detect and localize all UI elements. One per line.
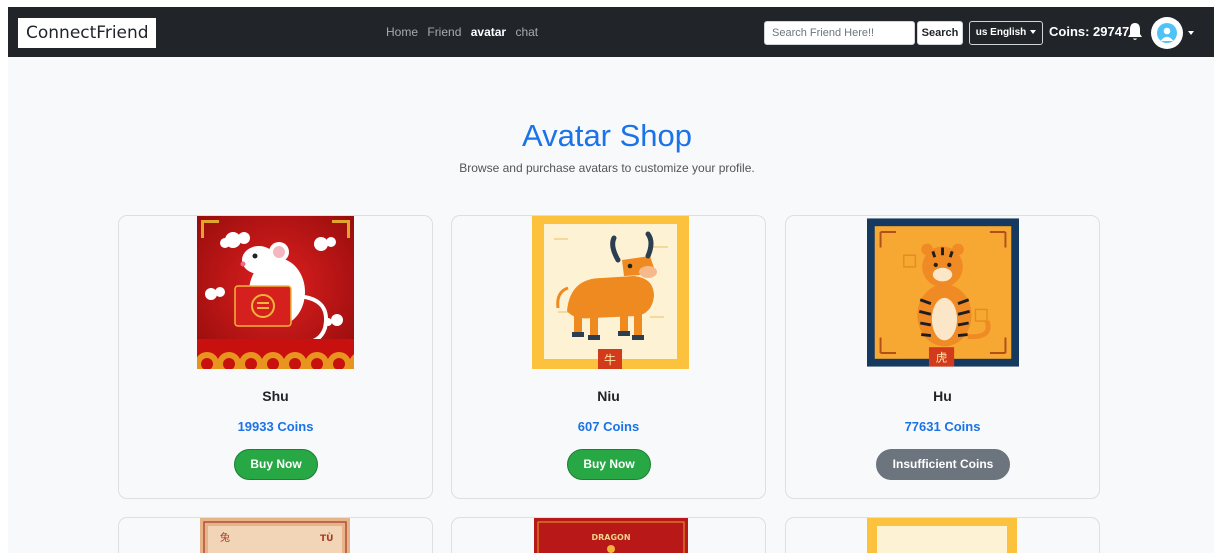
- brand-logo[interactable]: ConnectFriend: [18, 18, 156, 48]
- nav-link-home[interactable]: Home: [386, 25, 418, 39]
- avatar-name: Shu: [262, 388, 289, 404]
- partial-label: DRAGON: [591, 533, 630, 542]
- page-subtitle: Browse and purchase avatars to customize…: [459, 161, 755, 175]
- insufficient-coins-button: Insufficient Coins: [876, 449, 1010, 480]
- page-title: Avatar Shop: [521, 118, 693, 153]
- avatar-card-hu: 虎 Hu 77631 Coins Insufficient Coins: [785, 215, 1100, 499]
- navbar-top-strip: [0, 0, 1214, 7]
- avatar-card-shu: Shu 19933 Coins Buy Now: [118, 215, 433, 499]
- nav-links: Home Friend avatar chat: [386, 25, 544, 39]
- nav-link-chat[interactable]: chat: [515, 25, 538, 39]
- avatar-card-niu: 牛 Niu 607 Coins Buy Now: [451, 215, 766, 499]
- svg-text:虎: 虎: [936, 351, 948, 365]
- partial-label: 兔: [220, 531, 230, 544]
- user-menu-chevron-icon[interactable]: [1188, 31, 1194, 35]
- nav-link-friend[interactable]: Friend: [427, 25, 461, 39]
- avatar-price: 607 Coins: [577, 419, 640, 434]
- rabbit-avatar-image: 兔 TÙ: [200, 518, 350, 553]
- language-label: us English: [975, 27, 1027, 38]
- language-dropdown[interactable]: us English: [969, 21, 1043, 45]
- avatar-price: 77631 Coins: [904, 419, 981, 434]
- avatar-card-partial: DRAGON: [451, 517, 766, 553]
- avatar-card-partial: [785, 517, 1100, 553]
- buy-now-button[interactable]: Buy Now: [234, 449, 318, 480]
- rat-avatar-image: [197, 216, 354, 369]
- bell-icon[interactable]: [1127, 22, 1143, 42]
- tiger-avatar-image: 虎: [867, 218, 1019, 367]
- svg-text:牛: 牛: [604, 352, 616, 367]
- avatar-image: [867, 518, 1017, 553]
- chevron-down-icon: [1030, 30, 1037, 35]
- coins-balance: Coins: 29747: [1049, 24, 1130, 39]
- user-avatar: [1157, 23, 1177, 43]
- dragon-avatar-image: DRAGON: [534, 518, 688, 553]
- search-input[interactable]: [764, 21, 915, 45]
- avatar-card-partial: 兔 TÙ: [118, 517, 433, 553]
- avatar-name: Niu: [597, 388, 620, 404]
- buy-now-button[interactable]: Buy Now: [567, 449, 651, 480]
- search-button[interactable]: Search: [917, 21, 963, 45]
- user-icon: [1160, 27, 1174, 41]
- partial-label: TÙ: [320, 532, 333, 544]
- ox-avatar-image: 牛: [532, 216, 689, 369]
- avatar-name: Hu: [933, 388, 952, 404]
- user-avatar-button[interactable]: [1151, 17, 1183, 49]
- nav-link-avatar[interactable]: avatar: [471, 25, 506, 39]
- navbar: ConnectFriend Home Friend avatar chat Se…: [0, 0, 1214, 57]
- avatar-price: 19933 Coins: [237, 419, 314, 434]
